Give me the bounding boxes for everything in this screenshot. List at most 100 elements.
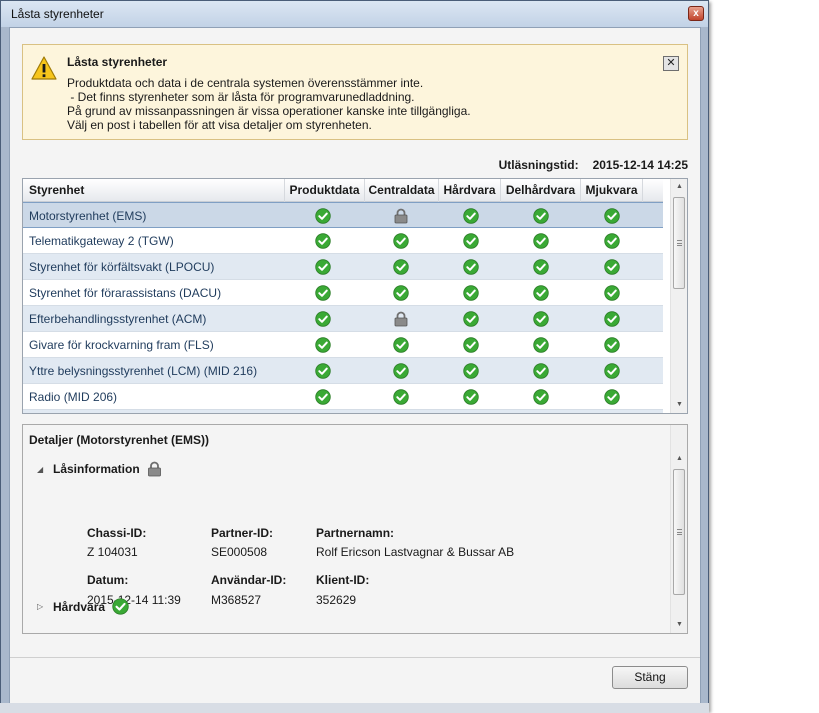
details-title: Detaljer (Motorstyrenhet (EMS)) bbox=[29, 433, 210, 447]
collapsed-triangle-icon: ▷ bbox=[37, 602, 44, 611]
scroll-down-arrow-icon[interactable]: ▼ bbox=[671, 397, 687, 413]
partner-name-value: Rolf Ericson Lastvagnar & Bussar AB bbox=[316, 545, 515, 559]
warning-line: På grund av missanpassningen är vissa op… bbox=[67, 104, 471, 118]
readout-time-value: 2015-12-14 14:25 bbox=[592, 158, 688, 172]
warning-line: Produktdata och data i de centrala syste… bbox=[67, 76, 424, 90]
scroll-up-arrow-icon[interactable]: ▲ bbox=[671, 179, 687, 195]
partner-id-value: SE000508 bbox=[211, 545, 268, 559]
column-header-hardvara[interactable]: Hårdvara bbox=[439, 179, 501, 202]
check-circle-icon bbox=[463, 208, 479, 224]
hardware-label: Hårdvara bbox=[53, 599, 106, 614]
check-circle-icon bbox=[533, 311, 549, 327]
date-label: Datum: bbox=[87, 573, 129, 587]
details-scroll-up-arrow-icon[interactable]: ▲ bbox=[671, 451, 688, 467]
partner-id-label: Partner-ID: bbox=[211, 526, 274, 540]
warning-line: - Det finns styrenheter som är låsta för… bbox=[67, 90, 415, 104]
readout-time-label: Utläsningstid: bbox=[498, 158, 579, 172]
ecu-name: Efterbehandlingsstyrenhet (ACM) bbox=[29, 312, 207, 326]
column-header-centraldata[interactable]: Centraldata bbox=[365, 179, 439, 202]
check-circle-icon bbox=[604, 389, 620, 405]
ecu-name: Givare för krockvarning fram (FLS) bbox=[29, 338, 214, 352]
table-row[interactable]: Yttre belysningsstyrenhet (LCM) (MID 216… bbox=[23, 358, 663, 384]
partner-name-label: Partnernamn: bbox=[316, 526, 395, 540]
scrollbar-thumb[interactable] bbox=[673, 197, 685, 289]
column-header-produktdata[interactable]: Produktdata bbox=[285, 179, 365, 202]
check-circle-icon bbox=[315, 233, 331, 249]
check-circle-icon bbox=[393, 233, 409, 249]
locked-ecus-dialog: Låsta styrenheter x Låsta styrenheter Pr… bbox=[0, 0, 709, 711]
client-id-value: 352629 bbox=[316, 593, 357, 607]
check-circle-icon bbox=[393, 337, 409, 353]
check-circle-icon bbox=[604, 337, 620, 353]
ecu-table: Styrenhet Produktdata Centraldata Hårdva… bbox=[22, 178, 688, 414]
check-circle-icon bbox=[393, 389, 409, 405]
check-circle-icon bbox=[604, 311, 620, 327]
check-circle-icon bbox=[604, 233, 620, 249]
warning-message: Produktdata och data i de centrala syste… bbox=[67, 76, 471, 132]
column-header-delhardvara[interactable]: Delhårdvara bbox=[501, 179, 581, 202]
check-circle-icon bbox=[533, 363, 549, 379]
check-circle-icon bbox=[533, 285, 549, 301]
check-circle-icon bbox=[533, 389, 549, 405]
check-circle-icon bbox=[315, 389, 331, 405]
table-row[interactable]: Styrenhet för körfältsvakt (LPOCU) bbox=[23, 254, 663, 280]
ecu-name: Motorstyrenhet (EMS) bbox=[29, 209, 147, 223]
chassis-id-value: Z 104031 bbox=[87, 545, 138, 559]
warning-line: Välj en post i tabellen för att visa det… bbox=[67, 118, 372, 132]
table-row[interactable]: Styrenhet för förarassistans (DACU) bbox=[23, 280, 663, 306]
dialog-body: Låsta styrenheter Produktdata och data i… bbox=[9, 27, 701, 704]
table-scrollbar[interactable]: ▲ ▼ bbox=[670, 179, 687, 413]
table-row[interactable]: Telematikgateway 2 (TGW) bbox=[23, 228, 663, 254]
hardware-section-header[interactable]: ▷ Hårdvara bbox=[37, 598, 130, 615]
check-circle-icon bbox=[393, 363, 409, 379]
warning-title: Låsta styrenheter bbox=[67, 55, 168, 69]
details-panel: Detaljer (Motorstyrenhet (EMS)) ◢ Låsinfo… bbox=[22, 424, 688, 634]
padlock-icon bbox=[394, 311, 408, 327]
padlock-icon bbox=[394, 208, 408, 224]
ecu-name: Radio (MID 206) bbox=[29, 390, 118, 404]
check-circle-icon bbox=[315, 337, 331, 353]
details-scrollbar-thumb[interactable] bbox=[673, 469, 685, 595]
check-circle-icon bbox=[315, 208, 331, 224]
table-header: Styrenhet Produktdata Centraldata Hårdva… bbox=[23, 179, 663, 202]
check-circle-icon bbox=[533, 208, 549, 224]
check-circle-icon bbox=[393, 259, 409, 275]
padlock-icon bbox=[148, 461, 161, 477]
table-row[interactable] bbox=[23, 410, 663, 413]
check-circle-icon bbox=[463, 389, 479, 405]
check-circle-icon bbox=[604, 285, 620, 301]
expanded-triangle-icon: ◢ bbox=[37, 464, 44, 474]
window-title: Låsta styrenheter bbox=[11, 7, 104, 21]
check-circle-icon bbox=[315, 285, 331, 301]
title-bar[interactable]: Låsta styrenheter x bbox=[1, 1, 708, 27]
check-circle-icon bbox=[463, 259, 479, 275]
details-scrollbar[interactable]: ▲ ▼ bbox=[670, 425, 687, 633]
column-header-mjukvara[interactable]: Mjukvara bbox=[581, 179, 643, 202]
warning-close-button[interactable]: ✕ bbox=[663, 56, 679, 71]
lock-info-section-header[interactable]: ◢ Låsinformation bbox=[37, 461, 162, 477]
check-circle-icon bbox=[533, 259, 549, 275]
check-circle-icon bbox=[604, 363, 620, 379]
table-row[interactable]: Radio (MID 206) bbox=[23, 384, 663, 410]
check-circle-icon bbox=[604, 259, 620, 275]
check-circle-icon bbox=[315, 363, 331, 379]
table-row[interactable]: Givare för krockvarning fram (FLS) bbox=[23, 332, 663, 358]
close-dialog-button[interactable]: Stäng bbox=[612, 666, 688, 689]
check-circle-icon bbox=[463, 311, 479, 327]
check-circle-icon bbox=[393, 285, 409, 301]
table-row[interactable]: Efterbehandlingsstyrenhet (ACM) bbox=[23, 306, 663, 332]
column-header-styrenhet[interactable]: Styrenhet bbox=[23, 179, 285, 202]
warning-icon bbox=[31, 56, 57, 80]
table-row[interactable]: Motorstyrenhet (EMS) bbox=[23, 202, 663, 228]
ecu-name: Styrenhet för körfältsvakt (LPOCU) bbox=[29, 260, 215, 274]
details-scroll-down-arrow-icon[interactable]: ▼ bbox=[671, 617, 688, 633]
check-circle-icon bbox=[112, 598, 130, 615]
check-circle-icon bbox=[533, 337, 549, 353]
ecu-name: Styrenhet för förarassistans (DACU) bbox=[29, 286, 222, 300]
check-circle-icon bbox=[604, 208, 620, 224]
background-taskbar bbox=[0, 703, 709, 713]
user-id-label: Användar-ID: bbox=[211, 573, 287, 587]
window-close-button[interactable]: x bbox=[688, 6, 704, 21]
user-id-value: M368527 bbox=[211, 593, 262, 607]
check-circle-icon bbox=[463, 285, 479, 301]
